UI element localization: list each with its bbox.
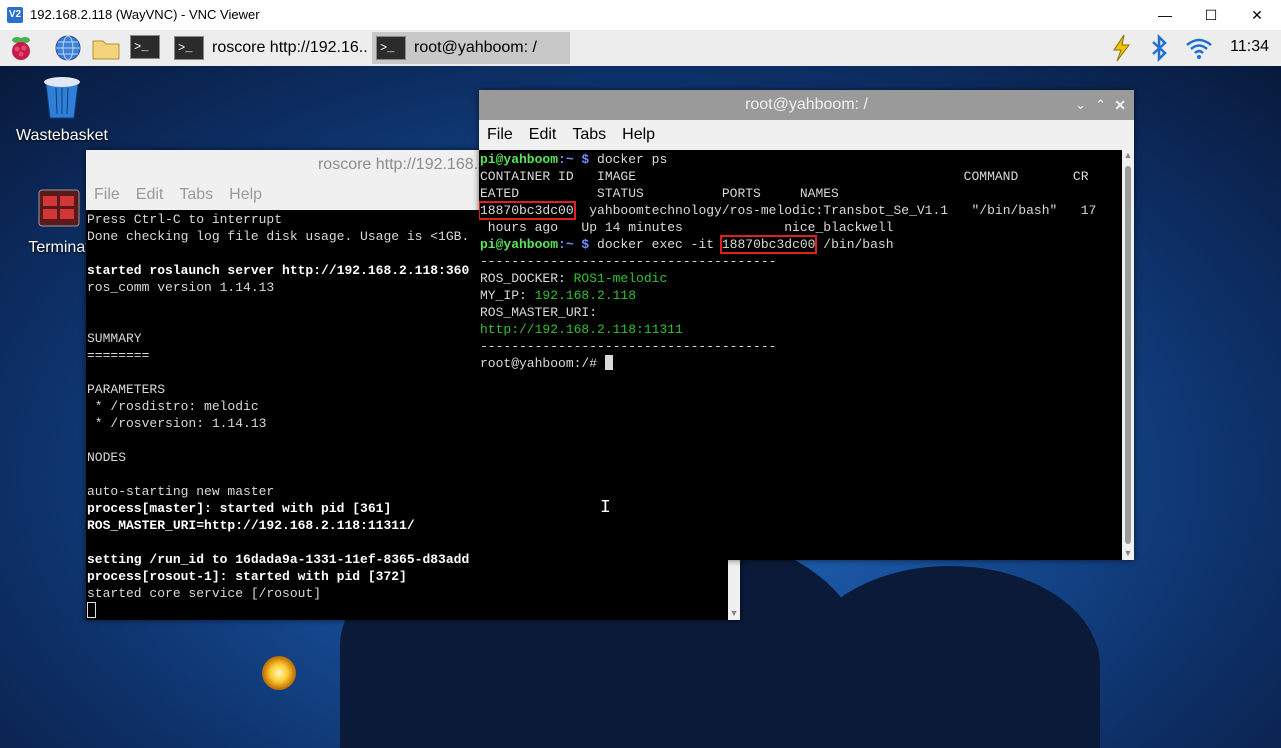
- mountain-silhouette: [800, 566, 1100, 748]
- terminal-line: hours ago Up 14 minutes nice_blackwell: [480, 220, 894, 235]
- taskbar: >_ >_ roscore http://192.16.. >_ root@yahb…: [0, 30, 1281, 66]
- row-rest: yahboomtechnology/ros-melodic:Transbot_S…: [573, 203, 1097, 218]
- root-terminal-output[interactable]: pi@yahboom:~ $ docker ps CONTAINER ID IMA…: [479, 150, 1122, 560]
- menu-edit[interactable]: Edit: [529, 126, 557, 143]
- command: docker exec -it: [597, 237, 722, 252]
- terminal-line: EATED STATUS PORTS NAMES: [480, 186, 839, 201]
- menu-tabs[interactable]: Tabs: [572, 126, 606, 143]
- wastebasket-label: Wastebasket: [16, 127, 108, 144]
- terminal-line: ROS_MASTER_URI:: [480, 305, 598, 320]
- terminal-launcher-icon[interactable]: >_: [130, 35, 160, 65]
- task-root-yahboom[interactable]: >_ root@yahboom: /: [372, 32, 570, 64]
- file-manager-folder-icon[interactable]: [91, 33, 121, 63]
- wifi-icon[interactable]: [1184, 33, 1214, 63]
- text-cursor: [87, 602, 96, 618]
- terminal-line: pi@yahboom:~ $ docker ps: [480, 151, 1122, 168]
- terminal-line: --------------------------------------: [480, 254, 777, 269]
- lantern-light: [262, 656, 296, 690]
- minimize-button[interactable]: —: [1150, 4, 1180, 26]
- env-label: MY_IP:: [480, 288, 535, 303]
- container-id-highlight: 18870bc3dc00: [479, 201, 576, 220]
- menu-tabs[interactable]: Tabs: [179, 186, 213, 203]
- text-cursor: [604, 355, 613, 370]
- vnc-window-title: 192.168.2.118 (WayVNC) - VNC Viewer: [30, 7, 260, 22]
- prompt-path: :~ $: [558, 237, 598, 252]
- menu-file[interactable]: File: [94, 186, 120, 203]
- menu-help[interactable]: Help: [622, 126, 655, 143]
- terminal-line: MY_IP: 192.168.2.118: [480, 287, 1122, 304]
- root-menu-bar: File Edit Tabs Help: [479, 120, 1134, 150]
- terminal-icon: >_: [376, 35, 406, 60]
- scroll-down-arrow-icon[interactable]: ▼: [1122, 548, 1134, 560]
- env-value: ROS1-melodic: [573, 271, 668, 286]
- vnc-title-bar: V2 192.168.2.118 (WayVNC) - VNC Viewer —…: [0, 0, 1281, 31]
- scrollbar-thumb[interactable]: [1125, 166, 1131, 544]
- command-tail: /bin/bash: [815, 237, 894, 252]
- vnc-logo-icon: V2: [7, 7, 23, 23]
- task-label: root@yahboom: /: [414, 39, 537, 56]
- menu-edit[interactable]: Edit: [136, 186, 164, 203]
- terminal-line: --------------------------------------: [480, 339, 777, 354]
- terminal-line: process[rosout-1]: started with pid [372…: [87, 569, 407, 584]
- task-roscore[interactable]: >_ roscore http://192.16..: [170, 32, 370, 64]
- power-lightning-icon[interactable]: [1106, 33, 1136, 63]
- scroll-up-arrow-icon[interactable]: ▲: [1122, 150, 1134, 162]
- terminal-line: 18870bc3dc00 yahboomtechnology/ros-melod…: [479, 201, 1122, 220]
- env-label: ROS_DOCKER:: [480, 271, 574, 286]
- terminal-line: http://192.168.2.118:11311: [480, 322, 683, 337]
- clock[interactable]: 11:34: [1230, 38, 1269, 56]
- bluetooth-icon[interactable]: [1144, 33, 1174, 63]
- close-button[interactable]: ✕: [1242, 4, 1272, 26]
- command: docker ps: [597, 152, 668, 167]
- maximize-button[interactable]: ☐: [1196, 4, 1226, 26]
- prompt-path: :~ $: [558, 152, 598, 167]
- terminal-icon: >_: [174, 35, 204, 60]
- terminal-line: root@yahboom:/#: [480, 355, 1122, 372]
- menu-help[interactable]: Help: [229, 186, 262, 203]
- prompt-user: pi@yahboom: [480, 152, 559, 167]
- container-id-highlight: 18870bc3dc00: [719, 235, 818, 254]
- browser-globe-icon[interactable]: [53, 33, 83, 63]
- root-terminal-window[interactable]: root@yahboom: / ⌄ ⌃ ✕ File Edit Tabs Help p…: [479, 90, 1134, 560]
- window-title: root@yahboom: /: [745, 96, 868, 113]
- scroll-down-arrow-icon[interactable]: ▼: [728, 608, 740, 620]
- root-title-bar[interactable]: root@yahboom: / ⌄ ⌃ ✕: [479, 90, 1134, 120]
- wastebasket-desktop-icon[interactable]: Wastebasket: [14, 74, 110, 145]
- terminal-line: ROS_DOCKER: ROS1-melodic: [480, 270, 1122, 287]
- task-label: roscore http://192.16..: [212, 39, 368, 56]
- terminal-line: pi@yahboom:~ $ docker exec -it 18870bc3d…: [480, 235, 1122, 254]
- mouse-ibeam-cursor-icon: I: [600, 498, 611, 518]
- minimize-chevron-icon[interactable]: ⌄: [1075, 90, 1086, 120]
- maximize-chevron-icon[interactable]: ⌃: [1095, 90, 1106, 120]
- terminal-icon: [38, 189, 80, 227]
- prompt-user: pi@yahboom: [480, 237, 559, 252]
- raspberry-menu-icon[interactable]: [6, 33, 36, 63]
- root-prompt: root@yahboom:/#: [480, 356, 605, 371]
- close-x-icon[interactable]: ✕: [1114, 90, 1126, 120]
- env-value: 192.168.2.118: [534, 288, 637, 303]
- terminal-line: started core service [/rosout]: [87, 586, 322, 601]
- terminal-line: CONTAINER ID IMAGE COMMAND CR: [480, 169, 1089, 184]
- terminal-line: [87, 602, 728, 620]
- root-scrollbar[interactable]: ▲ ▼: [1122, 150, 1134, 560]
- wastebasket-icon: [44, 77, 80, 119]
- menu-file[interactable]: File: [487, 126, 513, 143]
